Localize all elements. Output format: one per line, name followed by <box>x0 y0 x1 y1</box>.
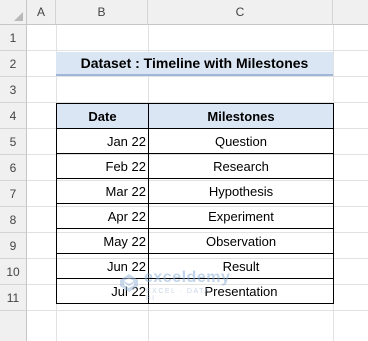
table-row: Jan 22 Question <box>56 128 334 154</box>
row-header-11[interactable]: 11 <box>0 285 27 311</box>
table-row: Feb 22 Research <box>56 153 334 179</box>
table-row: Mar 22 Hypothesis <box>56 178 334 204</box>
row-header-6[interactable]: 6 <box>0 155 27 181</box>
select-all-icon <box>14 12 23 21</box>
date-cell[interactable]: May 22 <box>56 228 149 254</box>
date-cell[interactable]: Jun 22 <box>56 253 149 279</box>
milestone-cell[interactable]: Observation <box>148 228 334 254</box>
milestone-cell[interactable]: Result <box>148 253 334 279</box>
select-all-corner[interactable] <box>0 0 27 25</box>
milestone-cell[interactable]: Presentation <box>148 278 334 304</box>
row-header-7[interactable]: 7 <box>0 181 27 207</box>
row-header-4[interactable]: 4 <box>0 103 27 129</box>
table-row: Apr 22 Experiment <box>56 203 334 229</box>
milestones-header-cell[interactable]: Milestones <box>148 103 334 129</box>
date-cell[interactable]: Feb 22 <box>56 153 149 179</box>
column-header-a[interactable]: A <box>27 0 56 25</box>
row-header-3[interactable]: 3 <box>0 77 27 103</box>
dataset-title-cell[interactable]: Dataset : Timeline with Milestones <box>56 52 333 76</box>
row-header-9[interactable]: 9 <box>0 233 27 259</box>
gridline <box>27 50 368 51</box>
gridline <box>27 76 368 77</box>
table-row: Jul 22 Presentation <box>56 278 334 304</box>
column-header-b[interactable]: B <box>56 0 148 25</box>
milestone-cell[interactable]: Hypothesis <box>148 178 334 204</box>
column-header-d-partial[interactable] <box>333 0 368 25</box>
date-cell[interactable]: Jul 22 <box>56 278 149 304</box>
date-cell[interactable]: Jan 22 <box>56 128 149 154</box>
milestone-cell[interactable]: Experiment <box>148 203 334 229</box>
milestones-table: Date Milestones Jan 22 Question Feb 22 R… <box>56 103 334 304</box>
milestone-cell[interactable]: Question <box>148 128 334 154</box>
table-row: Jun 22 Result <box>56 253 334 279</box>
milestone-cell[interactable]: Research <box>148 153 334 179</box>
column-header-c[interactable]: C <box>148 0 333 25</box>
table-row: May 22 Observation <box>56 228 334 254</box>
row-header-12-partial[interactable] <box>0 311 27 341</box>
gridline <box>27 310 368 311</box>
row-header-8[interactable]: 8 <box>0 207 27 233</box>
date-header-cell[interactable]: Date <box>56 103 149 129</box>
spreadsheet: A B C 1 2 3 4 5 6 7 8 9 10 11 Dataset : … <box>0 0 368 341</box>
row-header-1[interactable]: 1 <box>0 25 27 51</box>
date-cell[interactable]: Apr 22 <box>56 203 149 229</box>
date-cell[interactable]: Mar 22 <box>56 178 149 204</box>
row-header-5[interactable]: 5 <box>0 129 27 155</box>
table-header-row: Date Milestones <box>56 103 334 129</box>
row-header-2[interactable]: 2 <box>0 51 27 77</box>
row-header-10[interactable]: 10 <box>0 259 27 285</box>
